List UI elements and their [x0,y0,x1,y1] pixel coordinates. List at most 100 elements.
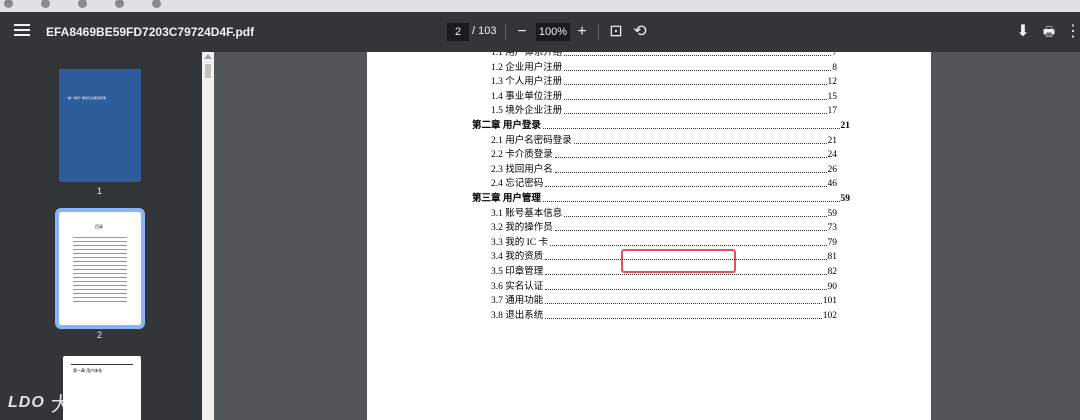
toc-leader [564,215,827,217]
toc-entry[interactable]: 1.3 个人用户注册 12 [491,73,837,87]
toc-label: 3.4 我的资质 [491,252,544,263]
toc-page-number: 12 [827,77,838,88]
toc-leader [542,200,840,202]
toc-label: 3.5 印章管理 [491,267,544,277]
toc-chapter[interactable]: 第二章 用户登录 21 [472,117,850,131]
download-icon[interactable]: ⬇ [1014,23,1032,41]
toc-entry[interactable]: 3.8 退出系统 102 [491,307,837,321]
more-actions-icon[interactable]: ⋮ [1064,23,1080,41]
toc-leader [545,185,827,188]
toc-leader [545,317,822,319]
toc-page-number: 81 [827,252,838,263]
bookmark-item[interactable] [152,0,161,8]
favicon-icon [4,0,13,8]
file-name: EFA8469BE59FD7203C79724D4F.pdf [46,25,255,39]
toc-label: 1.3 个人用户注册 [491,77,563,88]
toc-leader [564,54,832,56]
fit-page-icon[interactable]: ⊡ [607,23,625,41]
toc-label: 3.2 我的操作员 [491,223,553,234]
toc-page-number: 73 [827,223,838,234]
toc-leader [550,244,827,246]
divider [598,24,599,40]
thumbnail-label: 1 [97,186,103,196]
toc-entry[interactable]: 1.5 境外企业注册 17 [491,102,837,116]
page-thumbnail-1[interactable]: "统一数字" 服务平台使用手册 [59,69,141,182]
toc-label: 第三章 用户管理 [472,194,541,204]
toc-label: 1.2 企业用户注册 [491,62,563,73]
toc-entry[interactable]: 1.4 事业单位注册 15 [491,88,837,102]
toc-entry[interactable]: 1.2 企业用户注册 8 [491,59,837,73]
scrollbar-thumb[interactable] [205,64,211,78]
rotate-icon[interactable]: ⟲ [631,23,649,41]
zoom-level-input[interactable]: 100% [536,23,570,41]
watermark-logo: LDO [8,393,45,411]
toc-page-number: 102 [822,310,837,321]
toc-entry[interactable]: 2.3 找回用户名 26 [491,161,837,175]
page-number-input[interactable]: 2 [447,23,469,41]
pdf-toolbar: EFA8469BE59FD7203C79724D4F.pdf 2 / 103 −… [0,12,1080,52]
toc-page-number: 82 [827,267,838,277]
toc-page-number: 21 [840,121,851,131]
toc-page-number: 46 [827,179,838,190]
bookmark-item[interactable] [41,0,50,8]
toc-leader [564,98,827,100]
thumbnail-label: 2 [97,330,103,340]
zoom-in-icon[interactable]: + [573,23,591,41]
toc-page-number: 7 [832,52,837,58]
toc-leader [545,258,827,261]
favicon-icon [115,0,124,8]
toc-label: 1.5 境外企业注册 [491,106,563,117]
scroll-up-icon[interactable] [204,54,212,59]
toc-entry[interactable]: 2.1 用户名密码登录 21 [491,132,837,146]
toc-entry[interactable]: 1.1 用户体系介绍 7 [491,52,837,58]
toc-entry[interactable]: 2.4 忘记密码 46 [491,175,837,189]
toc-leader [554,156,827,159]
toc-page-number: 26 [827,164,838,175]
toc-leader [542,127,840,129]
toc-label: 3.8 退出系统 [491,310,544,321]
bookmark-item[interactable] [78,0,87,8]
toc-entry[interactable]: 3.7 通用功能 101 [491,292,837,306]
toc-leader [554,229,827,232]
toc-page-number: 24 [827,150,838,161]
bookmarks-bar [0,0,1080,12]
watermark: LDO 大数跨境 [8,388,135,417]
toc-entry[interactable]: 3.2 我的操作员 73 [491,219,837,233]
menu-icon[interactable] [14,24,30,40]
toc-label: 3.3 我的 IC 卡 [491,237,549,248]
toc-chapter[interactable]: 第三章 用户管理 59 [472,190,850,204]
print-icon[interactable]: 🖶 [1040,23,1058,41]
toc-leader [545,273,827,275]
zoom-out-icon[interactable]: − [513,23,531,41]
toc-page-number: 59 [827,208,838,219]
bookmark-item[interactable] [115,0,124,8]
sidebar-scrollbar[interactable] [202,52,214,420]
toc-entry[interactable]: 2.2 卡介质登录 24 [491,146,837,160]
favicon-icon [152,0,161,8]
toc-leader [554,171,827,173]
thumbnail-text: 目录 [95,224,103,229]
toc-entry[interactable]: 3.4 我的资质 81 [491,248,837,262]
thumbnail-lines [73,234,127,304]
toc-leader [564,69,832,71]
toc-page-number: 17 [827,106,838,117]
toc-entry[interactable]: 3.6 实名认证 90 [491,278,837,292]
toc-label: 3.7 通用功能 [491,296,544,307]
document-viewer: 1.1 用户体系介绍 7 1.2 企业用户注册 8 1.3 个人用户注册 12 1.4 事业… [214,52,1080,420]
toc-label: 2.4 忘记密码 [491,179,544,190]
toc-page-number: 8 [832,62,837,73]
toc-page-number: 79 [827,237,838,248]
page-thumbnail-2[interactable]: 目录 [55,208,145,329]
toc-page-number: 21 [827,135,838,146]
toc-leader [564,83,827,86]
toc-entry[interactable]: 3.3 我的 IC 卡 79 [491,234,837,248]
thumbnail-text: "统一数字" 服务平台使用手册 [67,96,106,100]
toc-page-number: 59 [840,194,851,204]
bookmark-item[interactable] [4,0,13,8]
toc-entry[interactable]: 3.5 印章管理 82 [491,263,837,277]
toc-page-number: 15 [827,91,838,102]
toc-label: 第二章 用户登录 [472,121,541,131]
toc-entry[interactable]: 3.1 账号基本信息 59 [491,205,837,219]
thumbnail-sidebar: "统一数字" 服务平台使用手册 1 目录 2 第一章 用户体系 [0,52,202,420]
favicon-icon [78,0,87,8]
